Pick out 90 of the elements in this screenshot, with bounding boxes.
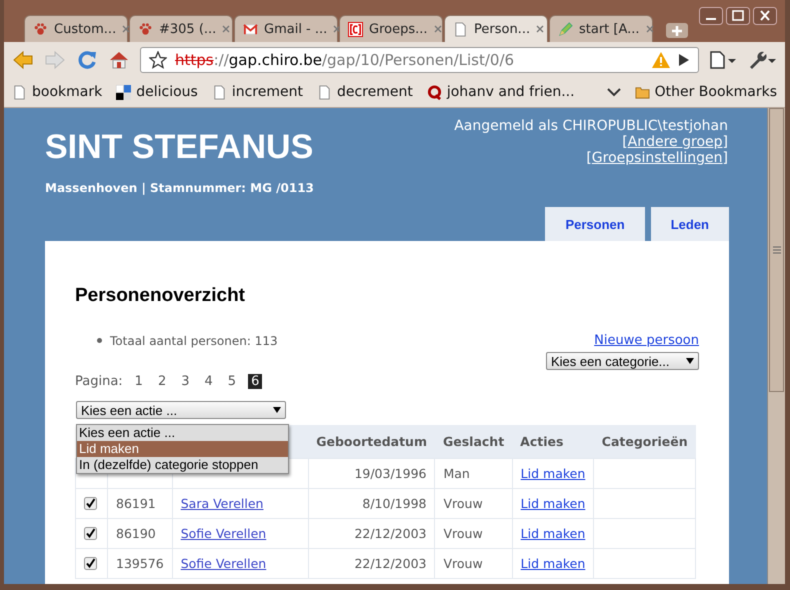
dropdown-option[interactable]: Kies een actie ... (77, 425, 288, 441)
folder-icon (634, 84, 650, 100)
back-arrow-icon[interactable] (12, 48, 34, 70)
table-cell: 22/12/2003 (308, 518, 435, 548)
bookmark-item[interactable]: johanv and frien... (426, 84, 575, 100)
header-link[interactable]: Groepsinstellingen (592, 150, 723, 166)
plus-icon (672, 26, 682, 36)
total-count: Totaal aantal personen: 113 (110, 334, 278, 348)
nav-tab[interactable]: Leden (650, 207, 729, 241)
bullet-icon (97, 338, 102, 343)
browser-tab[interactable]: Gmail - ... (234, 15, 338, 42)
header-link[interactable]: Andere groep (628, 134, 723, 150)
table-cell: 86190 (116, 526, 156, 541)
page-icon (212, 84, 227, 100)
page-link[interactable]: 1 (132, 374, 146, 389)
bookmark-item[interactable]: decrement (316, 84, 413, 100)
page-link[interactable]: 5 (224, 374, 240, 389)
close-icon[interactable] (333, 25, 342, 33)
dropdown-option[interactable]: In (dezelfde) categorie stoppen (77, 457, 288, 473)
mail-icon (243, 22, 258, 36)
page-icon (453, 22, 468, 36)
browser-tab[interactable]: Person... (444, 15, 548, 42)
close-icon[interactable] (753, 7, 777, 25)
browser-tab[interactable]: #305 (... (129, 15, 233, 42)
maximize-icon[interactable] (726, 7, 750, 25)
checkbox[interactable] (84, 497, 97, 510)
column-header: Geslacht (434, 425, 512, 458)
table-cell: 22/12/2003 (308, 548, 435, 578)
new-person-link[interactable]: Nieuwe persoon (594, 333, 699, 348)
nav-tab[interactable]: Personen (545, 207, 645, 241)
checkbox[interactable] (84, 557, 97, 570)
page-icon (316, 84, 332, 100)
column-header: Categorieën (594, 425, 696, 458)
page-icon (12, 84, 27, 100)
bracket-icon (348, 22, 363, 36)
play-icon[interactable] (678, 52, 690, 66)
header-link-text: [Groepsinstellingen] (585, 150, 728, 166)
page-link[interactable]: 4 (202, 374, 216, 389)
close-icon[interactable] (122, 25, 130, 33)
table-cell: Man (434, 458, 512, 488)
warning-icon[interactable] (652, 52, 670, 68)
scrollbar-thumb[interactable] (769, 108, 784, 392)
page-link[interactable]: 2 (154, 374, 170, 389)
table-cell: Vrouw (434, 488, 512, 518)
browser-tab[interactable]: Custom... (24, 15, 128, 42)
bookmark-folder[interactable]: Other Bookmarks (634, 84, 777, 100)
bookmark-item[interactable]: increment (212, 84, 303, 100)
close-icon[interactable] (646, 25, 654, 33)
browser-tab[interactable]: Groeps... (339, 15, 443, 42)
column-header: Acties (512, 425, 594, 458)
chevron-down-icon[interactable] (606, 87, 621, 97)
page-menu-icon[interactable] (709, 50, 737, 70)
paw-icon (138, 22, 153, 36)
pagination-label: Pagina: (75, 374, 123, 389)
table-cell: 8/10/1998 (308, 488, 435, 518)
table-cell: Vrouw (434, 548, 512, 578)
header-link-text: [Andere groep] (621, 134, 728, 150)
caret-icon (686, 358, 694, 364)
paw-icon (33, 22, 48, 36)
table-cell: 86191 (116, 496, 156, 511)
checkbox[interactable] (84, 527, 97, 540)
url-text: https://gap.chiro.be/gap/10/Personen/List/0/6 (175, 50, 516, 68)
page-heading: Personenoverzicht (75, 285, 246, 307)
squares-icon (116, 84, 132, 100)
pencil-icon (558, 22, 573, 36)
close-icon[interactable] (536, 25, 544, 33)
q-logo-icon (426, 84, 442, 100)
category-select[interactable]: Kies een categorie... (546, 352, 699, 370)
column-header: Geboortedatum (308, 425, 435, 458)
table-cell: 19/03/1996 (308, 458, 435, 488)
bookmark-item[interactable]: delicious (116, 84, 198, 100)
browser-tab[interactable]: start [A... (549, 15, 653, 42)
minimize-icon[interactable] (699, 7, 723, 25)
action-select[interactable]: Kies een actie ... (76, 401, 286, 419)
site-title: SINT STEFANUS (45, 128, 314, 167)
page-link[interactable]: 6 (248, 374, 262, 389)
site-subtitle: Massenhoven | Stamnummer: MG /0113 (45, 181, 314, 195)
page-link[interactable]: 3 (178, 374, 193, 389)
star-icon[interactable] (149, 50, 167, 68)
dropdown-option[interactable]: Lid maken (77, 441, 288, 457)
address-bar[interactable]: https://gap.chiro.be/gap/10/Personen/List/0/6 (140, 46, 699, 72)
table-cell: Vrouw (434, 518, 512, 548)
bookmark-item[interactable]: bookmark (12, 84, 102, 100)
reload-icon[interactable] (76, 48, 98, 70)
table-cell: 139576 (116, 556, 164, 571)
login-text: Aangemeld als CHIROPUBLIC\testjohan (454, 118, 728, 134)
scrollbar[interactable] (767, 108, 785, 584)
caret-icon (273, 407, 281, 413)
new-tab-button[interactable] (666, 23, 688, 38)
grip-icon (772, 246, 780, 254)
